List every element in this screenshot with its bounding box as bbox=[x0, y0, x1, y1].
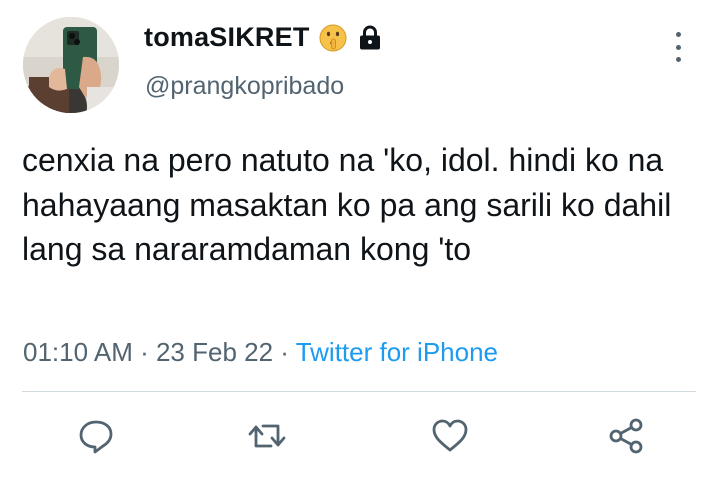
tweet-date[interactable]: 23 Feb 22 bbox=[156, 337, 273, 367]
shushing-face-emoji-icon bbox=[319, 24, 347, 51]
tweet-meta: 01:10 AM · 23 Feb 22 · Twitter for iPhon… bbox=[23, 337, 498, 368]
more-options-icon[interactable] bbox=[670, 32, 686, 62]
more-dot bbox=[675, 57, 681, 62]
lock-icon bbox=[359, 25, 380, 49]
like-button[interactable] bbox=[428, 414, 472, 458]
tweet-time[interactable]: 01:10 AM bbox=[23, 337, 133, 367]
retweet-button[interactable] bbox=[245, 414, 289, 458]
divider bbox=[22, 391, 696, 392]
share-button[interactable] bbox=[604, 414, 648, 458]
display-name[interactable]: tomaSIKRET bbox=[144, 22, 382, 53]
more-dot bbox=[675, 44, 681, 50]
reply-icon bbox=[79, 420, 113, 454]
retweet-icon bbox=[248, 424, 286, 448]
display-name-text: tomaSIKRET bbox=[144, 22, 310, 52]
user-handle[interactable]: @prangkopribado bbox=[145, 72, 344, 101]
more-dot bbox=[675, 32, 681, 37]
avatar[interactable] bbox=[23, 17, 119, 113]
meta-separator: · bbox=[273, 337, 296, 367]
share-icon bbox=[609, 418, 643, 454]
tweet-source-link[interactable]: Twitter for iPhone bbox=[296, 337, 498, 367]
avatar-photo bbox=[23, 17, 119, 113]
tweet-text: cenxia na pero natuto na 'ko, idol. hind… bbox=[22, 142, 681, 267]
tweet-actions bbox=[0, 414, 720, 462]
like-icon bbox=[432, 419, 468, 452]
reply-button[interactable] bbox=[74, 414, 118, 458]
meta-separator: · bbox=[132, 337, 156, 367]
